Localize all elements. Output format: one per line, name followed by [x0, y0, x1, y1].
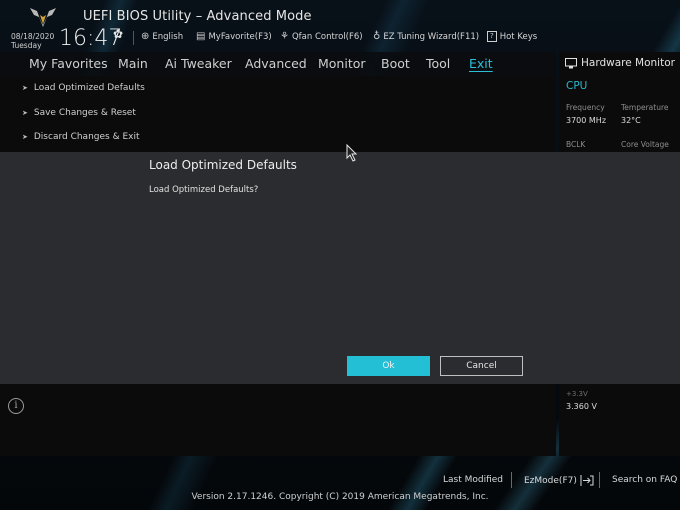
v33-value: 3.360 V	[566, 402, 597, 411]
menu-item-discard-changes-exit[interactable]: ➤ Discard Changes & Exit	[22, 132, 140, 142]
temperature-value: 32°C	[621, 116, 641, 125]
tab-ai-tweaker[interactable]: Ai Tweaker	[165, 56, 232, 71]
mouse-cursor-icon	[346, 144, 358, 162]
myfavorite-button[interactable]: ▤ MyFavorite(F3)	[196, 31, 272, 42]
frequency-value: 3700 MHz	[566, 116, 607, 125]
globe-icon: ⊕	[141, 31, 150, 42]
language-button[interactable]: ⊕ English	[141, 31, 183, 42]
myfavorite-label: MyFavorite(F3)	[208, 31, 272, 42]
menu-item-load-optimized-defaults[interactable]: ➤ Load Optimized Defaults	[22, 83, 145, 93]
fan-icon: ⚘	[280, 31, 289, 42]
dialog-message: Load Optimized Defaults?	[149, 185, 259, 195]
hardware-monitor-panel: Hardware Monitor CPU Frequency Temperatu…	[559, 52, 680, 152]
cpu-section-title: CPU	[566, 80, 588, 92]
dialog-title: Load Optimized Defaults	[149, 158, 297, 172]
version-info: Version 2.17.1246. Copyright (C) 2019 Am…	[191, 492, 489, 502]
ezmode-label: EzMode(F7)	[524, 475, 577, 486]
menu-item-save-changes-reset[interactable]: ➤ Save Changes & Reset	[22, 108, 136, 118]
tab-exit[interactable]: Exit	[469, 56, 493, 71]
bclk-label: BCLK	[566, 140, 586, 149]
ezmode-button[interactable]: EzMode(F7)	[524, 475, 594, 486]
hot-keys-button[interactable]: ? Hot Keys	[487, 31, 537, 42]
last-modified-button[interactable]: Last Modified	[443, 475, 503, 485]
menu-item-label: Load Optimized Defaults	[33, 83, 145, 93]
language-label: English	[152, 31, 184, 42]
lightbulb-icon: ♁	[373, 31, 381, 42]
app-title: UEFI BIOS Utility – Advanced Mode	[83, 9, 312, 24]
tab-main[interactable]: Main	[118, 56, 148, 71]
tab-boot[interactable]: Boot	[381, 56, 410, 71]
arrow-icon: ➤	[22, 133, 28, 141]
gear-icon[interactable]: ✿	[113, 27, 123, 41]
qfan-control-button[interactable]: ⚘ Qfan Control(F6)	[280, 31, 363, 42]
help-icon: ?	[487, 31, 497, 42]
cancel-button[interactable]: Cancel	[440, 356, 523, 376]
exit-arrow-icon	[580, 475, 594, 486]
menu-item-label: Discard Changes & Exit	[33, 132, 140, 142]
date: 08/18/2020	[11, 32, 55, 41]
main-tabs: My Favorites Main Ai Tweaker Advanced Mo…	[0, 52, 556, 76]
tab-monitor[interactable]: Monitor	[318, 56, 366, 71]
search-faq-button[interactable]: Search on FAQ	[612, 475, 677, 485]
help-info-panel: i	[0, 384, 556, 456]
divider	[133, 31, 134, 45]
v33-label: +3.3V	[566, 390, 588, 398]
weekday: Tuesday	[11, 41, 42, 50]
header: UEFI BIOS Utility – Advanced Mode 08/18/…	[0, 0, 680, 52]
tab-advanced[interactable]: Advanced	[245, 56, 307, 71]
favorite-icon: ▤	[196, 31, 206, 42]
tab-my-favorites[interactable]: My Favorites	[29, 56, 108, 71]
exit-menu: ➤ Load Optimized Defaults ➤ Save Changes…	[0, 76, 556, 152]
ez-tuning-wizard-button[interactable]: ♁ EZ Tuning Wizard(F11)	[373, 31, 479, 42]
arrow-icon: ➤	[22, 109, 28, 117]
monitor-icon	[565, 57, 577, 68]
hot-keys-label: Hot Keys	[499, 31, 538, 42]
hardware-monitor-title: Hardware Monitor	[565, 57, 675, 69]
qfan-label: Qfan Control(F6)	[291, 31, 363, 42]
divider	[511, 472, 512, 488]
arrow-icon: ➤	[22, 84, 28, 92]
info-icon: i	[8, 398, 24, 414]
hardware-monitor-voltage-panel: +3.3V 3.360 V	[559, 384, 680, 456]
frequency-label: Frequency	[566, 103, 605, 112]
tuf-logo	[30, 8, 56, 27]
core-voltage-label: Core Voltage	[621, 140, 669, 149]
load-defaults-dialog: Load Optimized Defaults Load Optimized D…	[0, 152, 680, 384]
temperature-label: Temperature	[621, 103, 669, 112]
hardware-monitor-label: Hardware Monitor	[581, 57, 675, 69]
date-display: 08/18/2020 Tuesday	[11, 32, 54, 50]
ok-button[interactable]: Ok	[347, 356, 430, 376]
tab-tool[interactable]: Tool	[426, 56, 450, 71]
menu-item-label: Save Changes & Reset	[33, 108, 136, 118]
divider	[599, 472, 600, 488]
ez-tuning-label: EZ Tuning Wizard(F11)	[383, 31, 480, 42]
